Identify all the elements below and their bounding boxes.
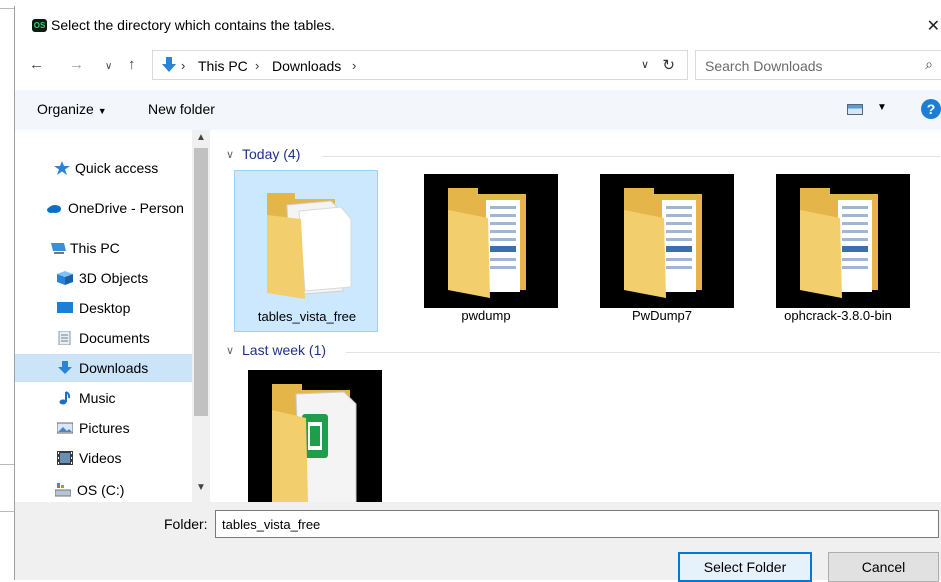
dialog-footer: Folder: Select Folder Cancel <box>15 502 941 582</box>
new-folder-button[interactable]: New folder <box>148 101 215 117</box>
folder-name: pwdump <box>461 308 511 323</box>
dialog-title: Select the directory which contains the … <box>51 17 336 33</box>
folder-label: Folder: <box>164 516 208 532</box>
nav-item-os-drive[interactable]: OS (C:) <box>15 476 192 504</box>
breadcrumb-separator-icon: › <box>181 58 186 73</box>
folder-item[interactable]: pwdump <box>414 170 558 332</box>
breadcrumb-separator-icon: › <box>352 58 357 73</box>
search-icon[interactable]: ⌕ <box>925 56 933 73</box>
address-history-chevron-icon[interactable]: ∨ <box>641 58 649 71</box>
edge-mark <box>0 8 14 9</box>
folder-thumbnail-icon <box>267 193 352 299</box>
organize-dropdown-icon: ▼ <box>97 106 107 116</box>
cancel-button[interactable]: Cancel <box>828 552 939 582</box>
group-header-today[interactable]: ∨ Today (4) <box>226 146 940 166</box>
breadcrumb-downloads[interactable]: Downloads <box>272 58 341 74</box>
nav-item-3d-objects[interactable]: 3D Objects <box>15 264 192 292</box>
music-icon <box>59 391 71 405</box>
nav-item-label: Music <box>79 390 116 406</box>
pictures-icon <box>57 422 73 434</box>
search-placeholder: Search Downloads <box>705 58 823 74</box>
nav-item-label: OS (C:) <box>77 482 125 498</box>
computer-icon <box>51 243 66 254</box>
nav-item-label: Downloads <box>79 360 149 376</box>
nav-item-label: Documents <box>79 330 150 346</box>
documents-icon <box>58 331 71 345</box>
scrollbar-thumb[interactable] <box>194 148 208 416</box>
downloads-location-icon <box>162 57 176 72</box>
nav-item-desktop[interactable]: Desktop <box>15 294 192 322</box>
view-options-dropdown-icon[interactable]: ▼ <box>877 102 887 113</box>
up-arrow-icon[interactable]: ↑ <box>128 56 136 73</box>
select-folder-button[interactable]: Select Folder <box>678 552 812 582</box>
group-header-last-week[interactable]: ∨ Last week (1) <box>226 342 940 362</box>
scroll-up-icon[interactable]: ▲ <box>196 132 206 143</box>
star-icon <box>54 161 70 175</box>
address-row: ← → ∨ ↑ › This PC › Downloads › ∨ ↻ Sear… <box>15 50 941 84</box>
select-directory-dialog: OS Select the directory which contains t… <box>14 6 941 582</box>
folder-thumbnail-icon <box>776 174 910 308</box>
nav-item-videos[interactable]: Videos <box>15 444 192 472</box>
refresh-icon[interactable]: ↻ <box>662 56 675 74</box>
nav-item-this-pc[interactable]: This PC <box>15 234 192 262</box>
folder-item[interactable]: ophcrack-3.8.0-bin <box>766 170 910 332</box>
group-label: Today (4) <box>242 146 301 162</box>
nav-item-label: Quick access <box>75 160 159 176</box>
collapse-chevron-icon[interactable]: ∨ <box>226 148 234 161</box>
nav-item-downloads[interactable]: Downloads <box>15 354 192 382</box>
file-list-pane: ∨ Today (4) tables_vista_free pwdump PwD… <box>216 130 941 502</box>
nav-item-onedrive[interactable]: OneDrive - Person <box>15 194 192 222</box>
folder-name: PwDump7 <box>632 308 692 323</box>
nav-item-label: Videos <box>79 450 122 466</box>
recent-locations-chevron-icon[interactable]: ∨ <box>105 61 112 72</box>
folder-name-input[interactable] <box>215 510 939 538</box>
forward-arrow-icon[interactable]: → <box>69 56 84 73</box>
scroll-down-icon[interactable]: ▼ <box>196 482 206 493</box>
cloud-icon <box>47 205 61 213</box>
navigation-pane: Quick access OneDrive - Person This PC 3… <box>15 130 216 502</box>
title-bar: OS Select the directory which contains t… <box>15 6 941 46</box>
nav-item-label: 3D Objects <box>79 270 149 286</box>
nav-item-quick-access[interactable]: Quick access <box>15 154 192 182</box>
breadcrumb-separator-icon: › <box>255 58 260 73</box>
folder-thumbnail-icon <box>600 174 734 308</box>
breadcrumb-this-pc[interactable]: This PC <box>198 58 248 74</box>
folder-thumbnail-icon <box>424 174 558 308</box>
group-divider <box>346 352 940 353</box>
nav-item-label: OneDrive - Person <box>68 200 184 216</box>
nav-item-music[interactable]: Music <box>15 384 192 412</box>
search-box[interactable]: Search Downloads ⌕ <box>695 50 941 80</box>
nav-item-label: Pictures <box>79 420 130 436</box>
folder-thumbnail-icon <box>248 370 382 502</box>
close-icon[interactable]: ✕ <box>927 16 940 36</box>
desktop-icon <box>57 302 73 313</box>
videos-icon <box>57 451 73 465</box>
change-view-icon[interactable] <box>847 104 863 115</box>
folder-item[interactable]: tables_vista_free <box>234 170 378 332</box>
edge-mark <box>0 511 14 512</box>
nav-item-label: This PC <box>70 240 120 256</box>
group-divider <box>322 156 940 157</box>
back-arrow-icon[interactable]: ← <box>29 56 44 73</box>
navigation-scrollbar[interactable]: ▲ ▼ <box>192 130 210 502</box>
group-label: Last week (1) <box>242 342 327 358</box>
organize-menu-button[interactable]: Organize ▼ <box>37 101 107 117</box>
folder-name: ophcrack-3.8.0-bin <box>784 308 892 323</box>
folder-name: tables_vista_free <box>257 309 357 324</box>
nav-item-documents[interactable]: Documents <box>15 324 192 352</box>
download-icon <box>58 361 72 374</box>
address-bar[interactable]: › This PC › Downloads › ∨ ↻ <box>152 50 688 80</box>
nav-item-label: Desktop <box>79 300 131 316</box>
folder-item[interactable] <box>238 366 382 502</box>
collapse-chevron-icon[interactable]: ∨ <box>226 344 234 357</box>
command-bar: Organize ▼ New folder ▼ ? <box>15 90 941 130</box>
help-icon[interactable]: ? <box>921 99 941 119</box>
edge-mark <box>0 464 14 465</box>
app-icon: OS <box>32 19 47 32</box>
nav-item-pictures[interactable]: Pictures <box>15 414 192 442</box>
cube-icon <box>57 271 73 285</box>
organize-label: Organize <box>37 101 94 117</box>
folder-item[interactable]: PwDump7 <box>590 170 734 332</box>
drive-icon <box>55 483 71 497</box>
